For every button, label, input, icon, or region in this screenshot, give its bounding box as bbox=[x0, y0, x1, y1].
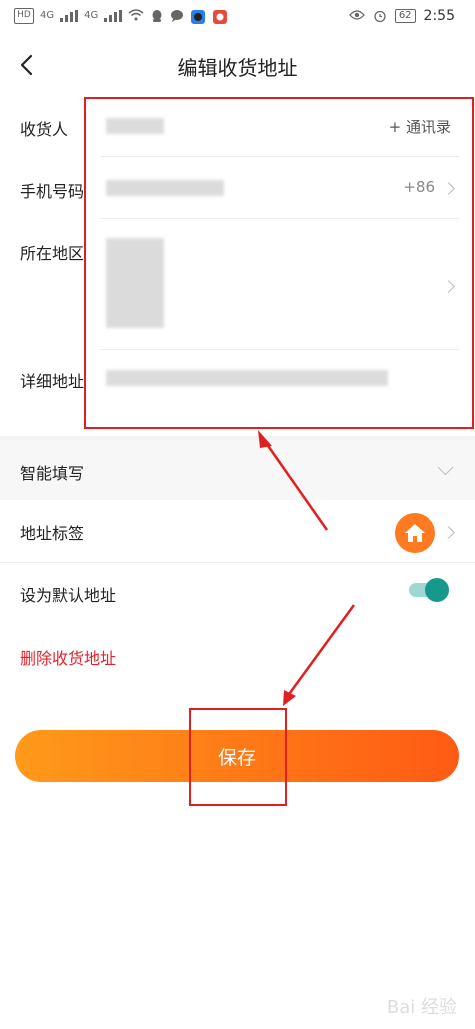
watermark: Bai 经验 bbox=[386, 997, 457, 1018]
annotation-arrows bbox=[258, 430, 356, 706]
